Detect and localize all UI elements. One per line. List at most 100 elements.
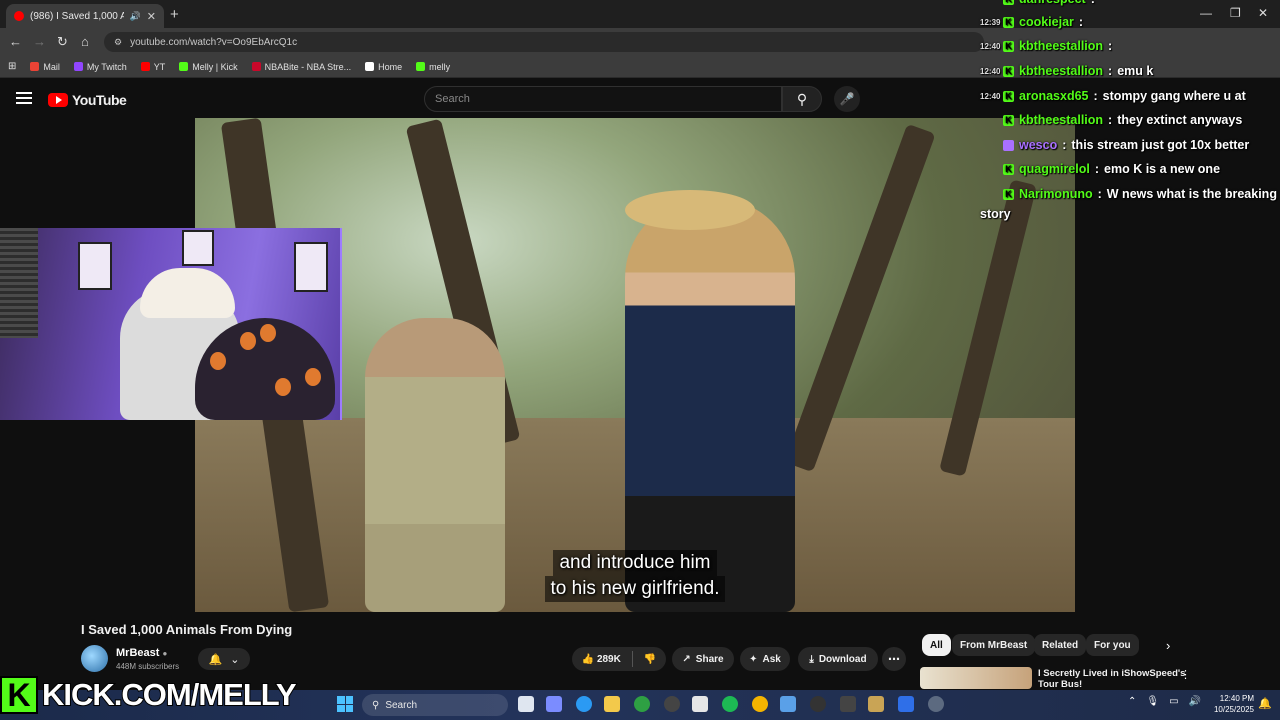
chrome-icon[interactable]	[752, 696, 768, 712]
chat-message: Kkbtheestallion: they extinct anyways	[980, 113, 1280, 127]
url-text: youtube.com/watch?v=Oo9EbArcQ1c	[130, 36, 298, 48]
notifications-icon[interactable]: 🔔	[1258, 697, 1272, 710]
new-tab-button[interactable]: +	[170, 6, 179, 23]
recommended-thumbnail[interactable]	[920, 667, 1032, 689]
recommended-title[interactable]: I Secretly Lived in iShowSpeed's Tour Bus…	[1038, 668, 1185, 690]
chevron-down-icon: ⌄	[230, 653, 240, 666]
recommended-title-line: Tour Bus!	[1038, 679, 1083, 690]
chip-from-mrbeast[interactable]: From MrBeast	[952, 634, 1036, 656]
app-icon[interactable]	[780, 696, 796, 712]
channel-avatar[interactable]	[81, 645, 108, 672]
ask-label: Ask	[762, 653, 781, 665]
notifications-bell-button[interactable]: 🔔 ⌄	[198, 648, 250, 670]
copilot-icon[interactable]	[546, 696, 562, 712]
apps-grid-icon[interactable]: ⊞	[8, 61, 16, 72]
reload-icon[interactable]: ↻	[57, 34, 68, 50]
settings-icon[interactable]	[928, 696, 944, 712]
chat-message: 12:40 Kkbtheestallion: emu k	[980, 64, 1154, 78]
bookmark-label: Melly | Kick	[192, 61, 238, 72]
bookmark-mail[interactable]: Mail	[30, 62, 60, 72]
app-icon[interactable]	[898, 696, 914, 712]
bookmark-label: YT	[153, 61, 166, 72]
dislike-button[interactable]: 👎	[644, 654, 656, 665]
chat-timestamp: 12:40	[980, 66, 1001, 76]
bookmark-home[interactable]: Home	[365, 62, 402, 72]
edge-icon[interactable]	[576, 696, 592, 712]
spotify-icon[interactable]	[722, 696, 738, 712]
download-button[interactable]: ⤓ Download	[798, 647, 878, 671]
more-actions-button[interactable]: ⋯	[882, 647, 906, 671]
media-player-icon[interactable]	[810, 696, 826, 712]
bookmark-kick[interactable]: Melly | Kick	[179, 61, 238, 72]
chat-message: 12:39 Kcookiejar:	[980, 15, 1084, 29]
kick-badge-icon: K	[1003, 16, 1014, 28]
taskbar-search-label: Search	[385, 699, 418, 711]
store-icon[interactable]	[692, 696, 708, 712]
tab-title: (986) I Saved 1,000 Animals	[30, 10, 124, 22]
chip-for-you[interactable]: For you	[1086, 634, 1139, 656]
search-button[interactable]: ⚲	[782, 86, 822, 112]
like-button[interactable]: 👍 289K	[582, 654, 621, 665]
home-icon[interactable]: ⌂	[81, 34, 89, 49]
chip-related[interactable]: Related	[1034, 634, 1087, 656]
task-view-icon[interactable]	[518, 696, 534, 712]
github-icon[interactable]	[664, 696, 680, 712]
chat-text: W news what is the breaking	[1106, 187, 1277, 201]
x-icon	[365, 62, 375, 71]
kick-badge-icon: K	[1003, 163, 1014, 175]
site-info-icon[interactable]: ⚙	[114, 37, 122, 48]
kick-channel-banner: K KICK.COM/MELLY	[0, 674, 298, 716]
volume-icon[interactable]: 🔊	[1189, 696, 1201, 707]
tab-audio-icon[interactable]: 🔊	[130, 11, 141, 22]
youtube-logo[interactable]: YouTube	[48, 92, 127, 108]
bookmark-nbabite[interactable]: NBABite - NBA Stre...	[251, 62, 351, 72]
chat-message: wesco: this stream just got 10x better	[980, 138, 1280, 152]
webcam-wall-poster	[182, 230, 214, 266]
chat-message: 12:40 Kkbtheestallion:	[980, 39, 1113, 53]
menu-icon[interactable]	[16, 92, 32, 104]
browser-tab[interactable]: (986) I Saved 1,000 Animals 🔊 ✕	[6, 4, 164, 28]
file-explorer-icon[interactable]	[604, 696, 620, 712]
share-button[interactable]: ↗ Share	[672, 647, 734, 671]
chat-username: kbtheestallion	[1019, 113, 1104, 127]
channel-name[interactable]: MrBeast ●	[116, 647, 167, 659]
bookmark-yt[interactable]: YT	[140, 61, 166, 72]
bookmark-melly[interactable]: melly	[416, 62, 450, 72]
chevron-up-icon[interactable]: ⌃	[1128, 696, 1136, 707]
twitch-icon	[73, 62, 83, 71]
chevron-right-icon[interactable]: ›	[1166, 638, 1170, 653]
kick-icon	[416, 62, 426, 71]
app-icon[interactable]	[840, 696, 856, 712]
bookmark-label: My Twitch	[86, 61, 127, 72]
bookmark-twitch[interactable]: My Twitch	[73, 61, 127, 72]
system-tray[interactable]: ⌃ 🎙 ▭ 🔊	[1128, 696, 1201, 707]
close-tab-icon[interactable]: ✕	[147, 10, 156, 23]
caption-line-2: to his new girlfriend.	[544, 576, 726, 602]
back-icon[interactable]: ←	[9, 34, 22, 49]
xbox-icon[interactable]	[634, 696, 650, 712]
recommended-menu-icon[interactable]: ⋮	[1180, 668, 1191, 681]
voice-search-button[interactable]: 🎤	[834, 86, 860, 112]
video-captions: and introduce him to his new girlfriend.	[195, 550, 1075, 602]
taskbar-clock[interactable]: 12:40 PM 10/25/2025	[1208, 693, 1254, 715]
ask-button[interactable]: ✦ Ask	[740, 647, 790, 671]
search-input[interactable]: Search	[424, 86, 782, 112]
network-icon[interactable]: ▭	[1169, 696, 1178, 707]
chat-message: Kdanrespect:	[980, 0, 1280, 6]
chat-text: story	[980, 207, 1011, 221]
forward-icon[interactable]: →	[33, 34, 46, 49]
url-field[interactable]: ⚙ youtube.com/watch?v=Oo9EbArcQ1c	[104, 32, 984, 52]
verified-icon: ●	[162, 649, 168, 658]
chat-timestamp: 12:39	[980, 17, 1001, 27]
windows-start-icon[interactable]	[337, 696, 353, 712]
taskbar-search[interactable]: ⚲ Search	[362, 694, 508, 716]
nba-icon	[251, 62, 261, 71]
share-label: Share	[695, 653, 724, 665]
app-icon[interactable]	[868, 696, 884, 712]
chat-timestamp: 12:40	[980, 41, 1001, 51]
recommended-title-line: I Secretly Lived in iShowSpeed's	[1038, 668, 1186, 679]
mic-icon[interactable]: 🎙	[1146, 696, 1159, 707]
chip-all[interactable]: All	[922, 634, 951, 656]
like-count: 289K	[596, 653, 621, 665]
chat-username: Narimonuno	[1019, 187, 1093, 201]
